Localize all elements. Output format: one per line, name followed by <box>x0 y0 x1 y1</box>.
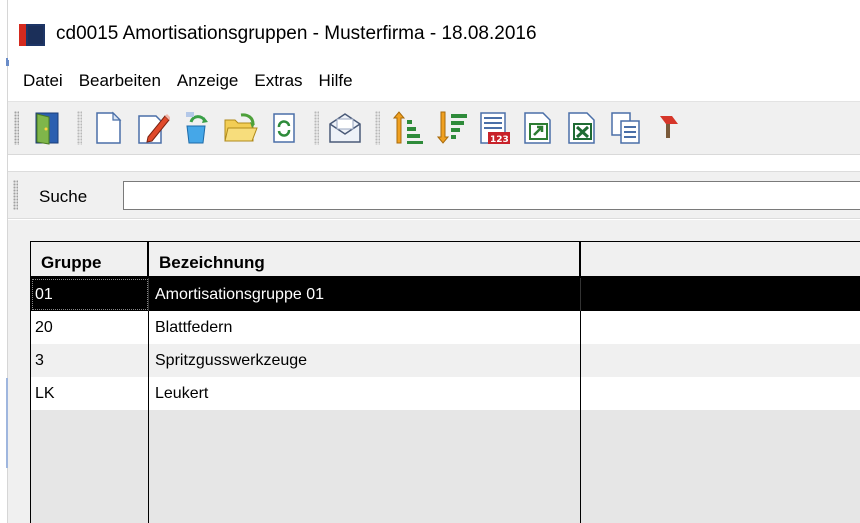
sort-ascending-icon[interactable] <box>386 108 426 148</box>
numeric-list-icon[interactable]: 123 <box>474 108 514 148</box>
open-folder-icon[interactable] <box>220 108 260 148</box>
column-header-empty[interactable] <box>581 242 860 276</box>
copy-document-icon[interactable] <box>606 108 646 148</box>
table-row[interactable]: 3 Spritzgusswerkzeuge <box>31 344 860 377</box>
column-header-bezeichnung[interactable]: Bezeichnung <box>149 242 581 276</box>
grid-empty-area[interactable] <box>31 410 860 523</box>
search-bar: Suche <box>8 171 860 219</box>
cell-gruppe[interactable]: 01 <box>31 278 149 311</box>
cell-empty[interactable] <box>581 377 860 410</box>
exit-door-icon[interactable] <box>27 108 67 148</box>
tool-icon[interactable] <box>650 108 690 148</box>
refresh-icon[interactable] <box>264 108 304 148</box>
search-label: Suche <box>39 187 88 206</box>
menu-bar: Datei Bearbeiten Anzeige Extras Hilfe <box>8 66 860 96</box>
data-grid: Gruppe Bezeichnung 01 Amortisationsgrupp… <box>30 241 860 523</box>
edit-pencil-icon[interactable] <box>132 108 172 148</box>
recycle-delete-icon[interactable] <box>176 108 216 148</box>
svg-text:123: 123 <box>490 135 509 145</box>
cell-gruppe[interactable]: 3 <box>31 344 149 377</box>
cell-empty[interactable] <box>581 311 860 344</box>
toolbar-separator <box>314 111 319 145</box>
cell-bezeichnung[interactable]: Amortisationsgruppe 01 <box>149 278 581 311</box>
table-row[interactable]: 20 Blattfedern <box>31 311 860 344</box>
toolbar-grip[interactable] <box>14 111 19 145</box>
search-input[interactable] <box>123 181 860 210</box>
window-left-edge <box>0 0 9 523</box>
toolbar: 123 <box>8 101 860 155</box>
table-row[interactable]: 01 Amortisationsgruppe 01 <box>31 278 860 311</box>
app-logo-icon <box>19 24 45 46</box>
menu-bearbeiten[interactable]: Bearbeiten <box>71 71 169 91</box>
column-divider <box>148 410 149 523</box>
cell-gruppe[interactable]: LK <box>31 377 149 410</box>
searchbar-grip[interactable] <box>13 180 18 210</box>
excel-export-icon[interactable] <box>562 108 602 148</box>
cell-bezeichnung[interactable]: Blattfedern <box>149 311 581 344</box>
menu-datei[interactable]: Datei <box>8 71 71 91</box>
sort-descending-icon[interactable] <box>430 108 470 148</box>
toolbar-separator <box>375 111 380 145</box>
column-divider <box>580 410 581 523</box>
grid-header: Gruppe Bezeichnung <box>31 242 860 278</box>
menu-extras[interactable]: Extras <box>246 71 310 91</box>
mail-icon[interactable] <box>325 108 365 148</box>
window-title: cd0015 Amortisationsgruppen - Musterfirm… <box>56 23 537 44</box>
cell-bezeichnung[interactable]: Spritzgusswerkzeuge <box>149 344 581 377</box>
title-bar: cd0015 Amortisationsgruppen - Musterfirm… <box>8 0 860 60</box>
cell-empty[interactable] <box>581 344 860 377</box>
cell-gruppe[interactable]: 20 <box>31 311 149 344</box>
export-icon[interactable] <box>518 108 558 148</box>
new-document-icon[interactable] <box>88 108 128 148</box>
cell-empty[interactable] <box>581 278 860 311</box>
toolbar-separator <box>77 111 82 145</box>
column-header-gruppe[interactable]: Gruppe <box>31 242 149 276</box>
menu-hilfe[interactable]: Hilfe <box>311 71 361 91</box>
menu-anzeige[interactable]: Anzeige <box>169 71 246 91</box>
cell-bezeichnung[interactable]: Leukert <box>149 377 581 410</box>
table-row[interactable]: LK Leukert <box>31 377 860 410</box>
